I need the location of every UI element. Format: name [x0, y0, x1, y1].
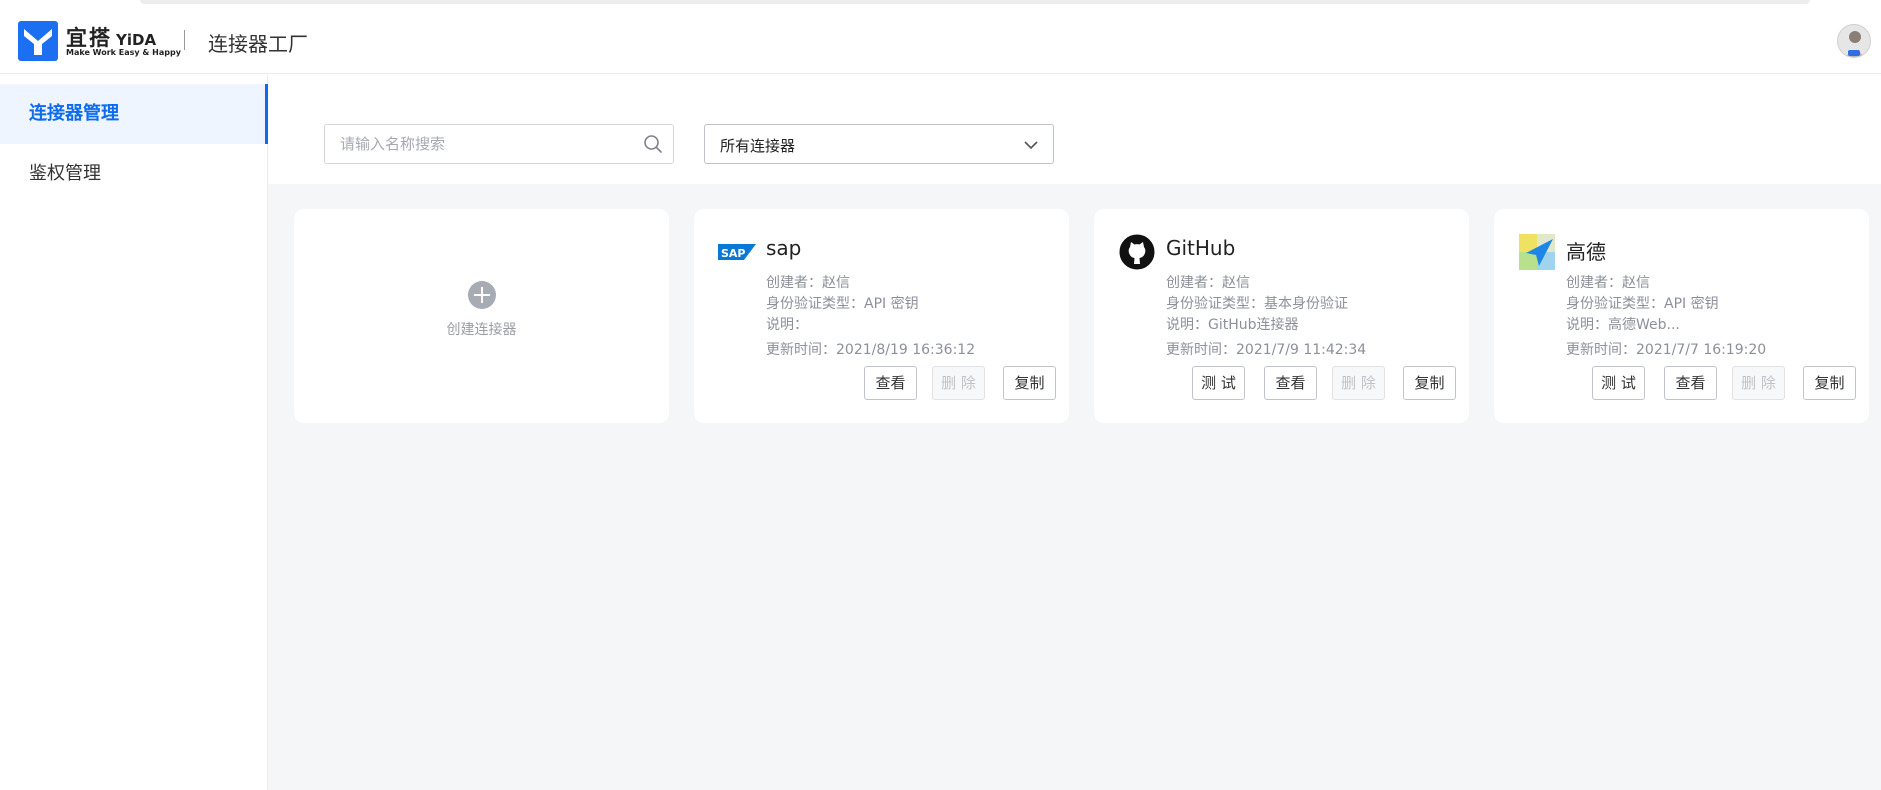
sidebar-item-connector-management[interactable]: 连接器管理 [0, 84, 268, 144]
connector-creator: 创建者：赵信 [766, 275, 850, 291]
app-title: 连接器工厂 [208, 32, 308, 56]
view-button[interactable]: 查看 [1264, 366, 1317, 400]
avatar-image-icon [1838, 25, 1870, 57]
sidebar-item-auth-management[interactable]: 鉴权管理 [0, 144, 268, 204]
create-connector-card[interactable]: 创建连接器 [294, 209, 669, 423]
connector-updated-time: 更新时间：2021/7/9 11:42:34 [1166, 342, 1367, 358]
connector-updated-time: 更新时间：2021/8/19 16:36:12 [766, 342, 976, 358]
amap-logo-icon [1519, 234, 1555, 270]
connector-name: GitHub [1166, 236, 1236, 260]
view-button[interactable]: 查看 [1664, 366, 1717, 400]
header-divider [184, 30, 185, 50]
avatar[interactable] [1837, 24, 1871, 58]
connector-creator: 创建者：赵信 [1566, 275, 1650, 291]
search-icon[interactable] [643, 134, 663, 154]
connector-card-github[interactable]: GitHub 创建者：赵信 身份验证类型：基本身份验证 说明：GitHub连接器… [1094, 209, 1469, 423]
connector-updated-time: 更新时间：2021/7/7 16:19:20 [1566, 342, 1767, 358]
connector-description: 说明：GitHub连接器 [1166, 317, 1299, 333]
copy-button[interactable]: 复制 [1403, 366, 1456, 400]
create-connector-label: 创建连接器 [446, 322, 517, 338]
connector-auth-type: 身份验证类型：基本身份验证 [1166, 296, 1348, 312]
github-logo-icon [1119, 234, 1155, 270]
brand-slogan: Make Work Easy & Happy [66, 48, 181, 57]
connector-type-select[interactable]: 所有连接器 [704, 124, 1054, 164]
connector-name: sap [766, 236, 802, 260]
delete-button[interactable]: 删 除 [932, 366, 985, 400]
connector-name: 高德 [1566, 240, 1606, 264]
connector-creator: 创建者：赵信 [1166, 275, 1250, 291]
delete-button[interactable]: 删 除 [1332, 366, 1385, 400]
svg-text:SAP: SAP [721, 247, 746, 260]
sidebar: 连接器管理 鉴权管理 [0, 75, 268, 790]
header: 宜搭 YiDA Make Work Easy & Happy 连接器工厂 [0, 8, 1881, 74]
search-box [324, 124, 674, 164]
browser-bar [140, 0, 1810, 4]
view-button[interactable]: 查看 [864, 366, 917, 400]
test-button[interactable]: 测 试 [1592, 366, 1645, 400]
connector-card-amap[interactable]: 高德 创建者：赵信 身份验证类型：API 密钥 说明：高德Web... 更新时间… [1494, 209, 1869, 423]
delete-button[interactable]: 删 除 [1732, 366, 1785, 400]
brand-name-cn: 宜搭 [66, 26, 112, 50]
plus-circle-icon [468, 281, 496, 309]
connector-description: 说明： [766, 317, 808, 333]
connector-description: 说明：高德Web... [1566, 317, 1680, 333]
search-input[interactable] [325, 125, 625, 163]
connector-card-sap[interactable]: SAP sap 创建者：赵信 身份验证类型：API 密钥 说明： 更新时间：20… [694, 209, 1069, 423]
main-content: 所有连接器 创建连接器 SAP sap 创建者：赵信 身份验证类型：API 密钥… [268, 75, 1881, 790]
connector-auth-type: 身份验证类型：API 密钥 [766, 296, 919, 312]
test-button[interactable]: 测 试 [1192, 366, 1245, 400]
copy-button[interactable]: 复制 [1803, 366, 1856, 400]
copy-button[interactable]: 复制 [1003, 366, 1056, 400]
sap-logo-icon: SAP [718, 244, 756, 260]
select-value: 所有连接器 [720, 137, 796, 155]
brand-name-en: YiDA [116, 31, 157, 49]
filter-bar: 所有连接器 [268, 75, 1881, 184]
top-strip [0, 0, 1881, 8]
yida-logo-icon [18, 21, 58, 61]
chevron-down-icon [1024, 141, 1038, 150]
connector-auth-type: 身份验证类型：API 密钥 [1566, 296, 1719, 312]
